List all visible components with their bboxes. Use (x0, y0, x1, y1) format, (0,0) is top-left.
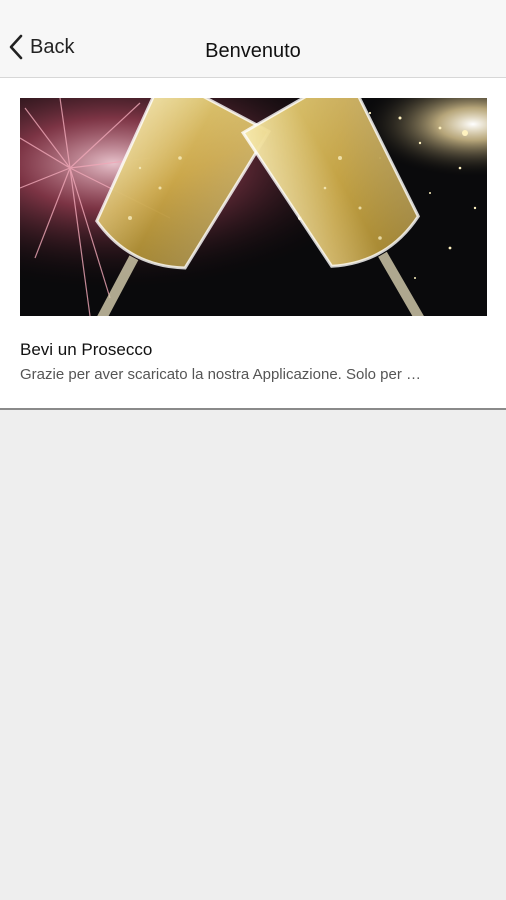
post-card[interactable]: Bevi un Prosecco Grazie per aver scarica… (0, 78, 506, 410)
hero-image (20, 98, 487, 316)
nav-bar: Back Benvenuto (0, 0, 506, 78)
page-title: Benvenuto (205, 40, 301, 62)
post-excerpt: Grazie per aver scaricato la nostra Appl… (20, 366, 422, 383)
post-title: Bevi un Prosecco (20, 340, 153, 359)
